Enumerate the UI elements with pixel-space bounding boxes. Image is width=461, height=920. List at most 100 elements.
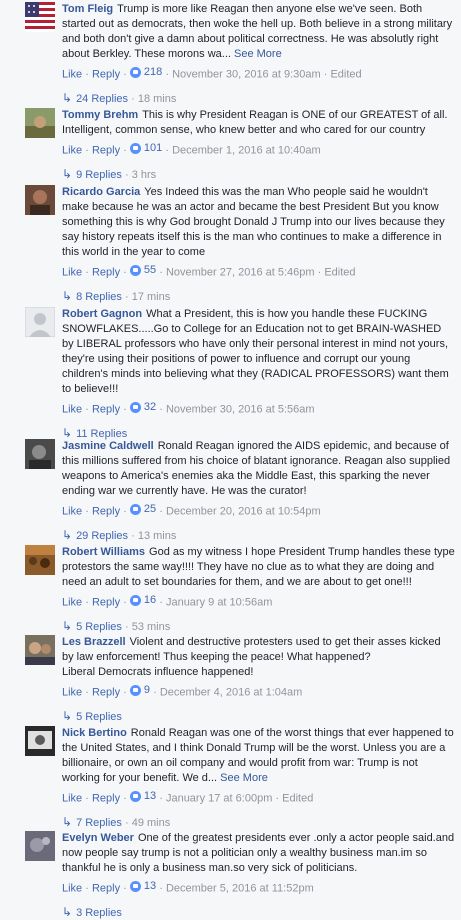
comment-timestamp[interactable]: January 9 at 10:56am xyxy=(166,597,272,609)
comment-timestamp[interactable]: December 5, 2016 at 11:52pm xyxy=(166,883,314,895)
edited-label[interactable]: Edited xyxy=(324,267,355,279)
comment-author[interactable]: Tommy Brehm xyxy=(62,109,138,121)
replies-count[interactable]: 3 Replies xyxy=(76,907,122,919)
comment-author[interactable]: Evelyn Weber xyxy=(62,832,134,844)
thumbs-up-icon xyxy=(129,594,141,606)
reply-button[interactable]: Reply xyxy=(92,145,120,157)
reply-button[interactable]: Reply xyxy=(92,597,120,609)
like-button[interactable]: Like xyxy=(62,69,82,81)
avatar[interactable] xyxy=(25,307,55,337)
replies-count[interactable]: 29 Replies xyxy=(76,530,128,542)
edited-label[interactable]: Edited xyxy=(330,69,361,81)
replies-link[interactable]: ↳ 24 Replies · 18 mins xyxy=(62,91,455,106)
like-count[interactable]: 32 xyxy=(129,400,156,414)
like-count[interactable]: 13 xyxy=(129,879,156,893)
like-count[interactable]: 218 xyxy=(129,65,162,79)
see-more-link[interactable]: See More xyxy=(234,48,282,60)
like-count[interactable]: 13 xyxy=(129,789,156,803)
replies-count[interactable]: 24 Replies xyxy=(76,93,128,105)
reply-arrow-icon: ↳ xyxy=(62,527,73,542)
replies-link[interactable]: ↳ 5 Replies · 53 mins xyxy=(62,619,455,634)
comment-author[interactable]: Jasmine Caldwell xyxy=(62,440,154,452)
replies-link[interactable]: ↳ 7 Replies · 49 mins xyxy=(62,815,455,830)
avatar[interactable] xyxy=(25,831,55,861)
comment-actions: Like · Reply · 32 · November 30, 2016 at… xyxy=(62,400,315,416)
reply-button[interactable]: Reply xyxy=(92,267,120,279)
thumbs-up-icon xyxy=(129,880,141,892)
like-count[interactable]: 101 xyxy=(129,141,162,155)
thumbs-up-icon xyxy=(129,66,141,78)
comment-actions: Like · Reply · 13 · January 17 at 6:00pm… xyxy=(62,789,314,805)
like-button[interactable]: Like xyxy=(62,793,82,805)
replies-count[interactable]: 8 Replies xyxy=(76,291,122,303)
comment-actions: Like · Reply · 218 · November 30, 2016 a… xyxy=(62,65,362,81)
thumbs-up-icon xyxy=(129,142,141,154)
comment-author[interactable]: Robert Gagnon xyxy=(62,308,142,320)
reply-time: 18 mins xyxy=(137,92,177,105)
reply-button[interactable]: Reply xyxy=(92,69,120,81)
edited-label[interactable]: Edited xyxy=(282,793,313,805)
like-count[interactable]: 9 xyxy=(129,683,150,697)
reply-time: 17 mins xyxy=(131,290,171,303)
see-more-link[interactable]: See More xyxy=(220,772,268,784)
replies-link[interactable]: ↳ 9 Replies · 3 hrs xyxy=(62,167,455,182)
like-count[interactable]: 55 xyxy=(129,263,156,277)
comment-timestamp[interactable]: December 20, 2016 at 10:54pm xyxy=(166,506,321,518)
comment-author[interactable]: Tom Fleig xyxy=(62,3,113,15)
comment-timestamp[interactable]: November 30, 2016 at 5:56am xyxy=(166,404,315,416)
replies-link[interactable]: ↳ 5 Replies xyxy=(62,709,455,724)
replies-count[interactable]: 7 Replies xyxy=(76,817,122,829)
replies-link[interactable]: ↳ 8 Replies · 17 mins xyxy=(62,289,455,304)
comment-timestamp[interactable]: November 30, 2016 at 9:30am xyxy=(172,69,321,81)
like-button[interactable]: Like xyxy=(62,267,82,279)
like-button[interactable]: Like xyxy=(62,404,82,416)
comment-timestamp[interactable]: December 1, 2016 at 10:40am xyxy=(172,145,321,157)
comment-author[interactable]: Nick Bertino xyxy=(62,727,127,739)
comment-author[interactable]: Robert Williams xyxy=(62,546,145,558)
replies-count[interactable]: 11 Replies xyxy=(76,428,127,440)
avatar[interactable] xyxy=(25,185,55,215)
like-button[interactable]: Like xyxy=(62,597,82,609)
reply-button[interactable]: Reply xyxy=(92,506,120,518)
comment-timestamp[interactable]: December 4, 2016 at 1:04am xyxy=(160,687,302,699)
like-button[interactable]: Like xyxy=(62,687,82,699)
comment-actions: Like · Reply · 25 · December 20, 2016 at… xyxy=(62,502,321,518)
reply-time: 13 mins xyxy=(137,529,177,542)
reply-arrow-icon: ↳ xyxy=(62,90,73,105)
reply-button[interactable]: Reply xyxy=(92,793,120,805)
like-count[interactable]: 25 xyxy=(129,502,156,516)
like-count[interactable]: 16 xyxy=(129,593,156,607)
comment-timestamp[interactable]: November 27, 2016 at 5:46pm xyxy=(166,267,315,279)
thumbs-up-icon xyxy=(129,790,141,802)
replies-count[interactable]: 9 Replies xyxy=(76,169,122,181)
like-button[interactable]: Like xyxy=(62,883,82,895)
avatar[interactable] xyxy=(25,635,55,665)
replies-link[interactable]: ↳ 3 Replies xyxy=(62,905,455,920)
comment-actions: Like · Reply · 13 · December 5, 2016 at … xyxy=(62,879,314,895)
reply-button[interactable]: Reply xyxy=(92,404,120,416)
comment-actions: Like · Reply · 55 · November 27, 2016 at… xyxy=(62,263,356,279)
avatar[interactable] xyxy=(25,545,55,575)
comment-actions: Like · Reply · 9 · December 4, 2016 at 1… xyxy=(62,683,303,699)
comment-text: What a President, this is how you handle… xyxy=(62,308,449,395)
avatar[interactable] xyxy=(25,2,55,32)
reply-time: 3 hrs xyxy=(131,168,157,181)
avatar[interactable] xyxy=(25,726,55,756)
avatar[interactable] xyxy=(25,439,55,469)
replies-count[interactable]: 5 Replies xyxy=(76,711,122,723)
reply-button[interactable]: Reply xyxy=(92,883,120,895)
reply-arrow-icon: ↳ xyxy=(62,425,73,440)
replies-count[interactable]: 5 Replies xyxy=(76,621,122,633)
like-button[interactable]: Like xyxy=(62,506,82,518)
avatar[interactable] xyxy=(25,108,55,138)
reply-button[interactable]: Reply xyxy=(92,687,120,699)
like-button[interactable]: Like xyxy=(62,145,82,157)
comment-author[interactable]: Les Brazzell xyxy=(62,636,126,648)
comment-actions: Like · Reply · 101 · December 1, 2016 at… xyxy=(62,141,321,157)
comment-author[interactable]: Ricardo Garcia xyxy=(62,186,140,198)
replies-link[interactable]: ↳ 29 Replies · 13 mins xyxy=(62,528,455,543)
reply-time: 49 mins xyxy=(131,816,171,829)
thumbs-up-icon xyxy=(129,401,141,413)
comment-timestamp[interactable]: January 17 at 6:00pm xyxy=(166,793,272,805)
reply-arrow-icon: ↳ xyxy=(62,288,73,303)
